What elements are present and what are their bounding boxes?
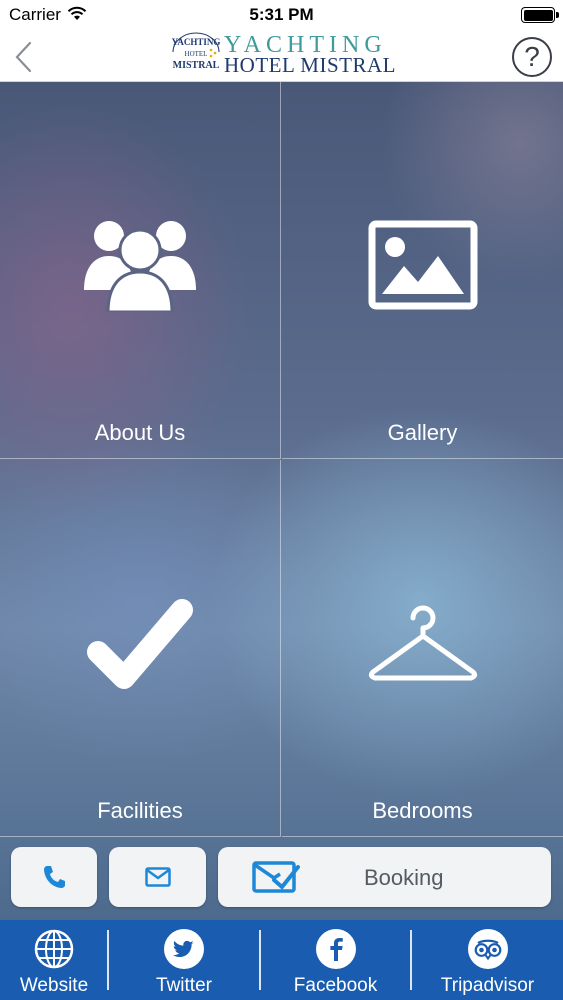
twitter-icon [164, 929, 204, 969]
tab-tripadvisor[interactable]: Tripadvisor [412, 920, 563, 1000]
logo-line-2: HOTEL MISTRAL [224, 53, 396, 77]
social-tab-bar: Website Twitter Facebook Tripadvisor [0, 920, 563, 1000]
status-time: 5:31 PM [249, 5, 314, 24]
checkmark-icon [87, 599, 193, 689]
svg-text:YACHTING: YACHTING [172, 37, 221, 47]
envelope-check-icon [252, 861, 300, 893]
logo-emblem: YACHTING HOTEL MISTRAL [172, 32, 221, 71]
tile-about-us[interactable]: About Us [0, 82, 281, 459]
battery-icon [521, 7, 559, 23]
hotel-logo: YACHTING HOTEL MISTRAL YACHTING HOTEL MI… [170, 32, 398, 78]
booking-button[interactable]: Booking [218, 847, 551, 907]
tab-facebook[interactable]: Facebook [261, 920, 410, 1000]
tab-label: Website [19, 975, 89, 996]
hanger-icon [368, 605, 477, 681]
tab-twitter[interactable]: Twitter [109, 920, 259, 1000]
booking-label: Booking [364, 865, 444, 890]
status-bar: Carrier 5:31 PM [0, 0, 563, 30]
globe-icon [34, 929, 74, 969]
tile-label: Facilities [97, 798, 183, 823]
tab-label: Facebook [293, 975, 378, 996]
image-icon [368, 220, 477, 310]
tab-label: Tripadvisor [440, 975, 535, 996]
facebook-icon [315, 929, 356, 969]
navigation-bar: YACHTING HOTEL MISTRAL YACHTING HOTEL MI… [0, 30, 563, 82]
tile-gallery[interactable]: Gallery [282, 82, 563, 459]
help-button[interactable]: ? [512, 37, 552, 77]
tile-bedrooms[interactable]: Bedrooms [282, 460, 563, 837]
tab-website[interactable]: Website [0, 920, 108, 1000]
tile-facilities[interactable]: Facilities [0, 460, 281, 837]
tripadvisor-icon [467, 929, 508, 969]
tile-label: Bedrooms [372, 798, 473, 823]
call-button[interactable] [11, 847, 97, 907]
svg-text:HOTEL: HOTEL [185, 50, 208, 58]
tile-label: About Us [94, 420, 186, 445]
group-icon [84, 221, 196, 312]
mail-icon [144, 867, 171, 887]
help-icon: ? [524, 41, 540, 72]
tile-label: Gallery [387, 420, 458, 445]
back-chevron-icon[interactable] [10, 40, 40, 74]
phone-icon [44, 866, 65, 888]
tab-label: Twitter [156, 975, 212, 996]
svg-text:MISTRAL: MISTRAL [173, 60, 220, 71]
menu-grid: About Us Gallery Facilities Bedrooms [0, 82, 563, 920]
email-button[interactable] [109, 847, 206, 907]
